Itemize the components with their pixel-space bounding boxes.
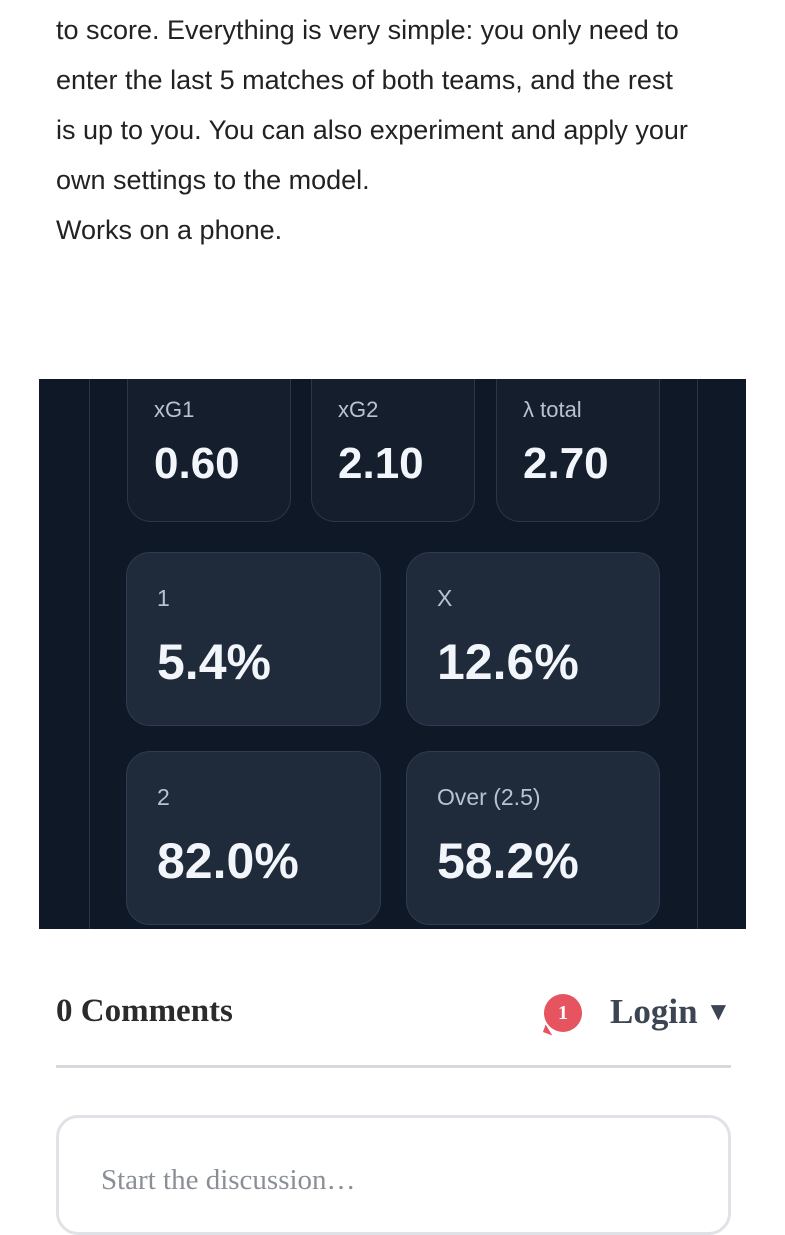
over-2-5-card: Over (2.5) 58.2% bbox=[406, 751, 660, 925]
xg2-value: 2.10 bbox=[338, 439, 424, 488]
xg1-label: xG1 bbox=[154, 397, 195, 422]
lambda-total-value: 2.70 bbox=[523, 439, 609, 488]
home-win-card: 1 5.4% bbox=[126, 552, 381, 726]
xg1-card: xG1 0.60 bbox=[127, 379, 291, 522]
home-win-label: 1 bbox=[157, 585, 170, 611]
away-win-value: 82.0% bbox=[157, 833, 299, 889]
login-label: Login bbox=[610, 992, 698, 1031]
login-button[interactable]: Login ▼ bbox=[610, 992, 731, 1032]
article-line: own settings to the model. bbox=[56, 165, 370, 195]
article-line: Works on a phone. bbox=[56, 215, 283, 245]
over-2-5-label: Over (2.5) bbox=[437, 784, 541, 810]
draw-value: 12.6% bbox=[437, 634, 579, 690]
lambda-total-card: λ total 2.70 bbox=[496, 379, 660, 522]
caret-down-icon: ▼ bbox=[705, 997, 732, 1026]
article-line: enter the last 5 matches of both teams, … bbox=[56, 65, 673, 95]
panel-divider bbox=[89, 379, 90, 929]
away-win-label: 2 bbox=[157, 784, 170, 810]
prediction-panel: xG1 0.60 xG2 2.10 λ total 2.70 1 5.4% X … bbox=[39, 379, 746, 929]
lambda-total-label: λ total bbox=[523, 397, 582, 422]
panel-divider bbox=[697, 379, 698, 929]
away-win-card: 2 82.0% bbox=[126, 751, 381, 925]
article-line: to score. Everything is very simple: you… bbox=[56, 15, 679, 45]
notification-badge-icon[interactable]: 1 bbox=[544, 994, 582, 1032]
xg2-card: xG2 2.10 bbox=[311, 379, 475, 522]
discussion-input[interactable]: Start the discussion… bbox=[56, 1115, 731, 1235]
comments-count-title: 0 Comments bbox=[56, 993, 233, 1029]
xg2-label: xG2 bbox=[338, 397, 379, 422]
over-2-5-value: 58.2% bbox=[437, 833, 579, 889]
draw-card: X 12.6% bbox=[406, 552, 660, 726]
xg1-value: 0.60 bbox=[154, 439, 240, 488]
article-line: is up to you. You can also experiment an… bbox=[56, 115, 688, 145]
article-text: to score. Everything is very simple: you… bbox=[56, 5, 746, 255]
comments-header: 0 Comments 1 Login ▼ bbox=[56, 990, 731, 1068]
draw-label: X bbox=[437, 585, 453, 611]
home-win-value: 5.4% bbox=[157, 634, 271, 690]
discussion-placeholder: Start the discussion… bbox=[101, 1164, 356, 1196]
